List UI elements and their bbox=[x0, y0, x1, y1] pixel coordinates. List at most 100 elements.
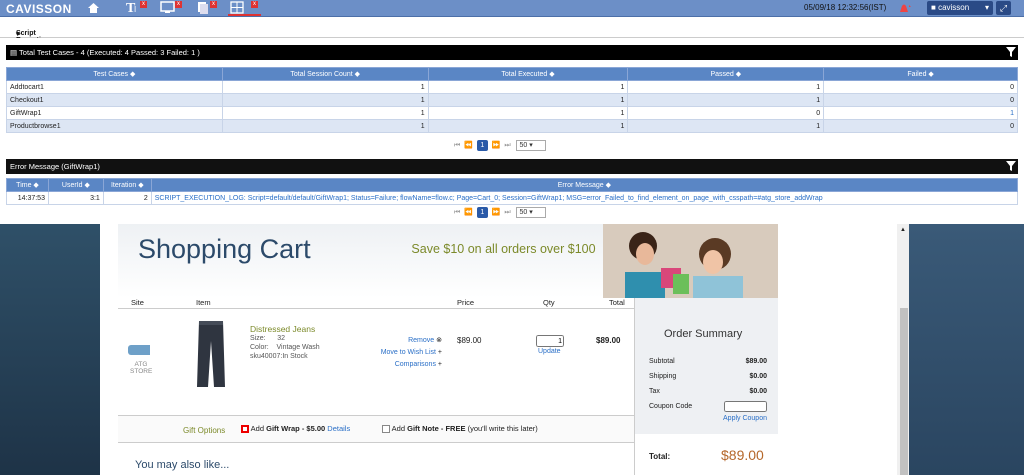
table-cell: 0 bbox=[823, 80, 1018, 94]
subtotal-label: Subtotal bbox=[649, 358, 675, 365]
close-icon[interactable]: x bbox=[251, 1, 258, 8]
background-strip bbox=[778, 224, 897, 475]
product-details: Size: 32 Color: Vintage Wash sku40007:In… bbox=[250, 334, 320, 361]
prev-page-icon[interactable]: ⏪ bbox=[464, 209, 473, 216]
item-total: $89.00 bbox=[596, 336, 621, 345]
column-header[interactable]: Total Session Count ◆ bbox=[221, 67, 429, 81]
monitor-icon bbox=[160, 1, 175, 13]
close-icon[interactable]: x bbox=[210, 1, 217, 8]
item-actions: Remove ⊗ Move to Wish List + Comparisons… bbox=[350, 335, 442, 371]
promo-photo bbox=[603, 224, 778, 298]
detail-value: 32 bbox=[277, 335, 286, 342]
table-cell: 1 bbox=[221, 93, 429, 107]
text-tool-icon: TI bbox=[126, 1, 136, 16]
error-message-cell[interactable]: SCRIPT_EXECUTION_LOG: Script=default/def… bbox=[150, 191, 1019, 205]
remove-link[interactable]: Remove bbox=[408, 337, 434, 344]
page-size-select[interactable]: 50 ▾ bbox=[516, 207, 547, 218]
close-icon[interactable]: x bbox=[175, 1, 182, 8]
table-row[interactable]: GiftWrap1 1 1 0 1 bbox=[6, 106, 1018, 120]
table-cell: 2 bbox=[102, 191, 152, 205]
failed-count-link[interactable]: 1 bbox=[823, 106, 1018, 120]
column-label: Iteration bbox=[110, 182, 137, 189]
update-link[interactable]: Update bbox=[538, 348, 561, 355]
table-cell: 14:37:53 bbox=[6, 191, 49, 205]
site-label-line: STORE bbox=[130, 368, 153, 375]
table-cell: 1 bbox=[427, 80, 629, 94]
last-page-icon[interactable]: ⏭ bbox=[504, 142, 510, 149]
stats-header: ▤ Total Test Cases - 4 (Executed: 4 Pass… bbox=[6, 45, 1018, 60]
total-value: $89.00 bbox=[721, 447, 764, 463]
column-header[interactable]: Failed ◆ bbox=[823, 67, 1018, 81]
next-page-icon[interactable]: ⏩ bbox=[492, 209, 501, 216]
scrollbar-thumb[interactable] bbox=[900, 308, 908, 475]
prev-page-icon[interactable]: ⏪ bbox=[464, 142, 473, 149]
plus-icon[interactable]: + bbox=[438, 349, 442, 356]
product-image[interactable] bbox=[183, 319, 239, 389]
table-row[interactable]: Productbrowse1 1 1 1 0 bbox=[6, 119, 1018, 133]
detail-value: In Stock bbox=[282, 353, 308, 360]
next-page-icon[interactable]: ⏩ bbox=[492, 142, 501, 149]
filter-icon[interactable] bbox=[1006, 47, 1016, 57]
coupon-input[interactable] bbox=[724, 401, 767, 412]
pages-tool-button[interactable]: x bbox=[195, 0, 217, 16]
column-header[interactable]: Time ◆ bbox=[6, 178, 49, 192]
summary-lines: Subtotal $89.00 Shipping $0.00 Tax $0.00 Co… bbox=[649, 354, 767, 424]
table-row[interactable]: Addtocart1 1 1 1 0 bbox=[6, 80, 1018, 94]
error-table: Time ◆ UserId ◆ Iteration ◆ Error Messag… bbox=[6, 178, 1019, 205]
quantity-input[interactable] bbox=[536, 335, 564, 347]
expand-button[interactable]: ⤢ bbox=[996, 1, 1011, 15]
gift-note-price: - FREE bbox=[440, 424, 466, 433]
monitor-tool-button[interactable]: x bbox=[160, 0, 182, 16]
page-size-select[interactable]: 50 ▾ bbox=[516, 140, 547, 151]
page-size-value: 50 bbox=[519, 142, 528, 149]
column-header[interactable]: Iteration ◆ bbox=[102, 178, 152, 192]
table-cell: 0 bbox=[627, 106, 825, 120]
remove-icon[interactable]: ⊗ bbox=[436, 337, 442, 344]
first-page-icon[interactable]: ⏮ bbox=[454, 209, 460, 216]
comparisons-link[interactable]: Comparisons bbox=[395, 361, 436, 368]
user-icon: ■ bbox=[931, 3, 936, 12]
grid-tool-button[interactable]: x bbox=[228, 0, 261, 16]
section-header: ▾ Script Execution Stats bbox=[0, 18, 1024, 51]
total-label: Total: bbox=[649, 452, 671, 461]
table-cell: Addtocart1 bbox=[6, 80, 223, 94]
gift-note-checkbox[interactable] bbox=[382, 425, 390, 434]
column-header[interactable]: Error Message ◆ bbox=[150, 178, 1019, 192]
cart-header: Shopping Cart Save $10 on all orders ove… bbox=[118, 224, 778, 298]
gift-options-row: Gift Options Add Gift Wrap - $5.00 Detai… bbox=[118, 415, 634, 443]
plus-icon[interactable]: + bbox=[438, 361, 442, 368]
total-box: Total: $89.00 bbox=[635, 434, 779, 475]
details-link[interactable]: Details bbox=[327, 424, 350, 433]
gift-note-label: Gift Note bbox=[407, 424, 439, 433]
current-page-button[interactable]: 1 bbox=[476, 207, 488, 218]
table-row[interactable]: 14:37:53 3:1 2 SCRIPT_EXECUTION_LOG: Script… bbox=[6, 191, 1019, 205]
column-label: Total Executed bbox=[501, 71, 548, 78]
column-header[interactable]: Test Cases ◆ bbox=[6, 67, 223, 81]
wishlist-link[interactable]: Move to Wish List bbox=[381, 349, 436, 356]
product-name-link[interactable]: Distressed Jeans bbox=[250, 324, 315, 334]
gift-note-option: Add Gift Note - FREE (you'll write this … bbox=[382, 424, 538, 434]
column-header[interactable]: Passed ◆ bbox=[627, 67, 825, 81]
home-icon[interactable] bbox=[87, 1, 100, 14]
last-page-icon[interactable]: ⏭ bbox=[504, 209, 510, 216]
table-row[interactable]: Checkout1 1 1 1 0 bbox=[6, 93, 1018, 107]
close-icon[interactable]: x bbox=[140, 1, 147, 8]
table-cell: 1 bbox=[427, 106, 629, 120]
column-label: Failed bbox=[907, 71, 927, 78]
svg-text:I: I bbox=[134, 5, 136, 14]
column-header[interactable]: UserId ◆ bbox=[47, 178, 104, 192]
apply-coupon-link[interactable]: Apply Coupon bbox=[649, 414, 767, 424]
gift-wrap-price: - $5.00 bbox=[301, 424, 326, 433]
first-page-icon[interactable]: ⏮ bbox=[454, 142, 460, 149]
alert-bell-icon[interactable] bbox=[897, 1, 913, 15]
user-menu-button[interactable]: ■ cavisson ▾ bbox=[927, 1, 993, 15]
column-header[interactable]: Total Executed ◆ bbox=[427, 67, 629, 81]
text-tool-button[interactable]: TI x bbox=[125, 0, 147, 16]
scroll-up-icon[interactable]: ▲ bbox=[900, 227, 906, 233]
table-cell: 3:1 bbox=[47, 191, 104, 205]
gift-wrap-checkbox[interactable] bbox=[241, 425, 249, 434]
gift-note-prefix: Add bbox=[391, 424, 406, 433]
current-page-button[interactable]: 1 bbox=[476, 140, 488, 151]
filter-icon[interactable] bbox=[1006, 161, 1016, 171]
table-cell: GiftWrap1 bbox=[6, 106, 223, 120]
